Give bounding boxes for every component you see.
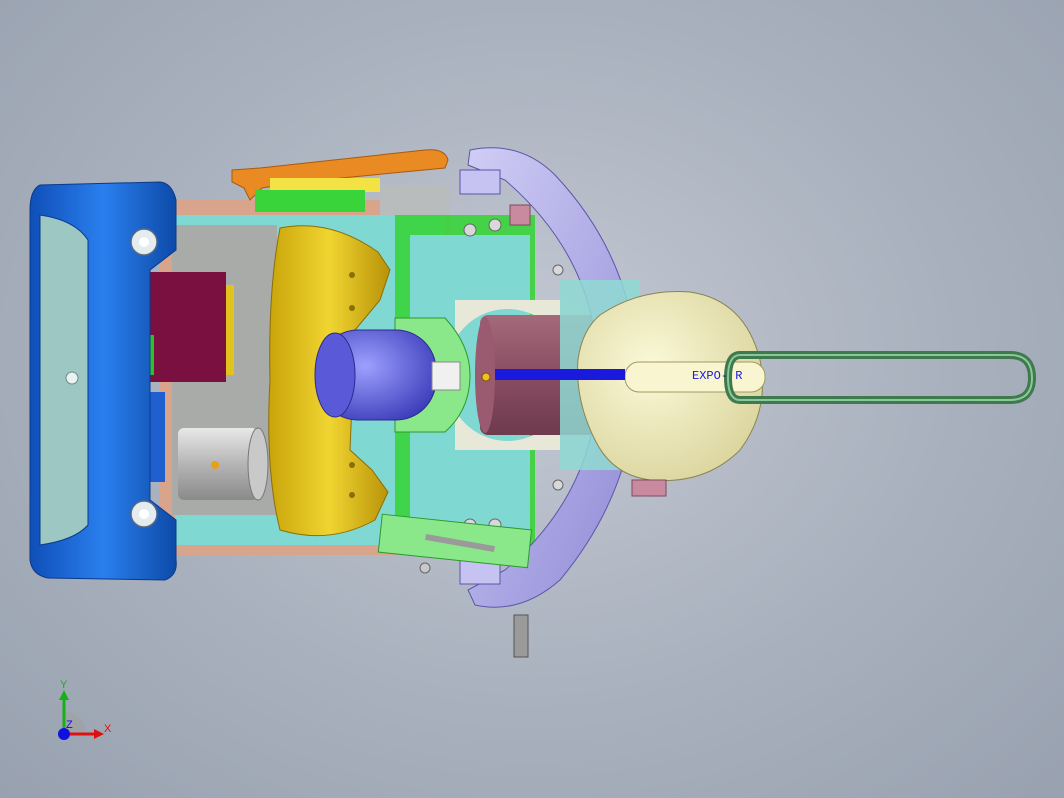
- yellow-hole-4: [349, 492, 355, 498]
- annotation-text[interactable]: EXPO- R: [692, 369, 742, 383]
- board-pin-strip[interactable]: [226, 285, 234, 375]
- pink-tab-right[interactable]: [631, 479, 667, 497]
- roller-tip[interactable]: [431, 361, 461, 391]
- green-block-top[interactable]: [255, 190, 365, 212]
- screw-2: [463, 223, 477, 237]
- cap-led: [65, 371, 79, 385]
- small-motor-end[interactable]: [247, 427, 269, 501]
- motor-dot: [211, 461, 219, 469]
- screw-1: [488, 218, 502, 232]
- screw-7: [419, 562, 431, 574]
- triad-x-arrow: [94, 729, 104, 739]
- triad-z-label: Z: [66, 719, 73, 731]
- cap-window[interactable]: [39, 214, 89, 546]
- triad-y-label: Y: [60, 679, 68, 691]
- cad-3d-viewport[interactable]: EXPO- R Y X Z: [0, 0, 1064, 798]
- handle-loop-highlight: [726, 354, 1034, 401]
- pink-tab-top[interactable]: [509, 204, 531, 226]
- coordinate-triad[interactable]: Y X Z: [40, 678, 120, 758]
- cap-screw-bottom-inner: [139, 509, 149, 519]
- annotation-leader-bar[interactable]: [495, 369, 625, 380]
- yellow-hole-3: [349, 462, 355, 468]
- triad-y-arrow: [59, 690, 69, 700]
- triad-x-label: X: [104, 723, 112, 735]
- screw-5: [552, 264, 564, 276]
- yellow-hole-1: [349, 272, 355, 278]
- cap-screw-top-inner: [139, 237, 149, 247]
- yellow-hole-2: [349, 305, 355, 311]
- annotation-anchor: [481, 372, 491, 382]
- purple-roller-end[interactable]: [314, 332, 356, 418]
- maroon-board[interactable]: [148, 272, 226, 382]
- yellow-tab-top[interactable]: [270, 178, 380, 192]
- assembly-model[interactable]: EXPO- R: [0, 0, 1064, 798]
- handle-loop[interactable]: [723, 351, 1037, 404]
- housing-pin-bottom[interactable]: [513, 614, 529, 658]
- lavender-block-top[interactable]: [459, 169, 501, 195]
- grey-block-top[interactable]: [380, 185, 450, 215]
- screw-6: [552, 479, 564, 491]
